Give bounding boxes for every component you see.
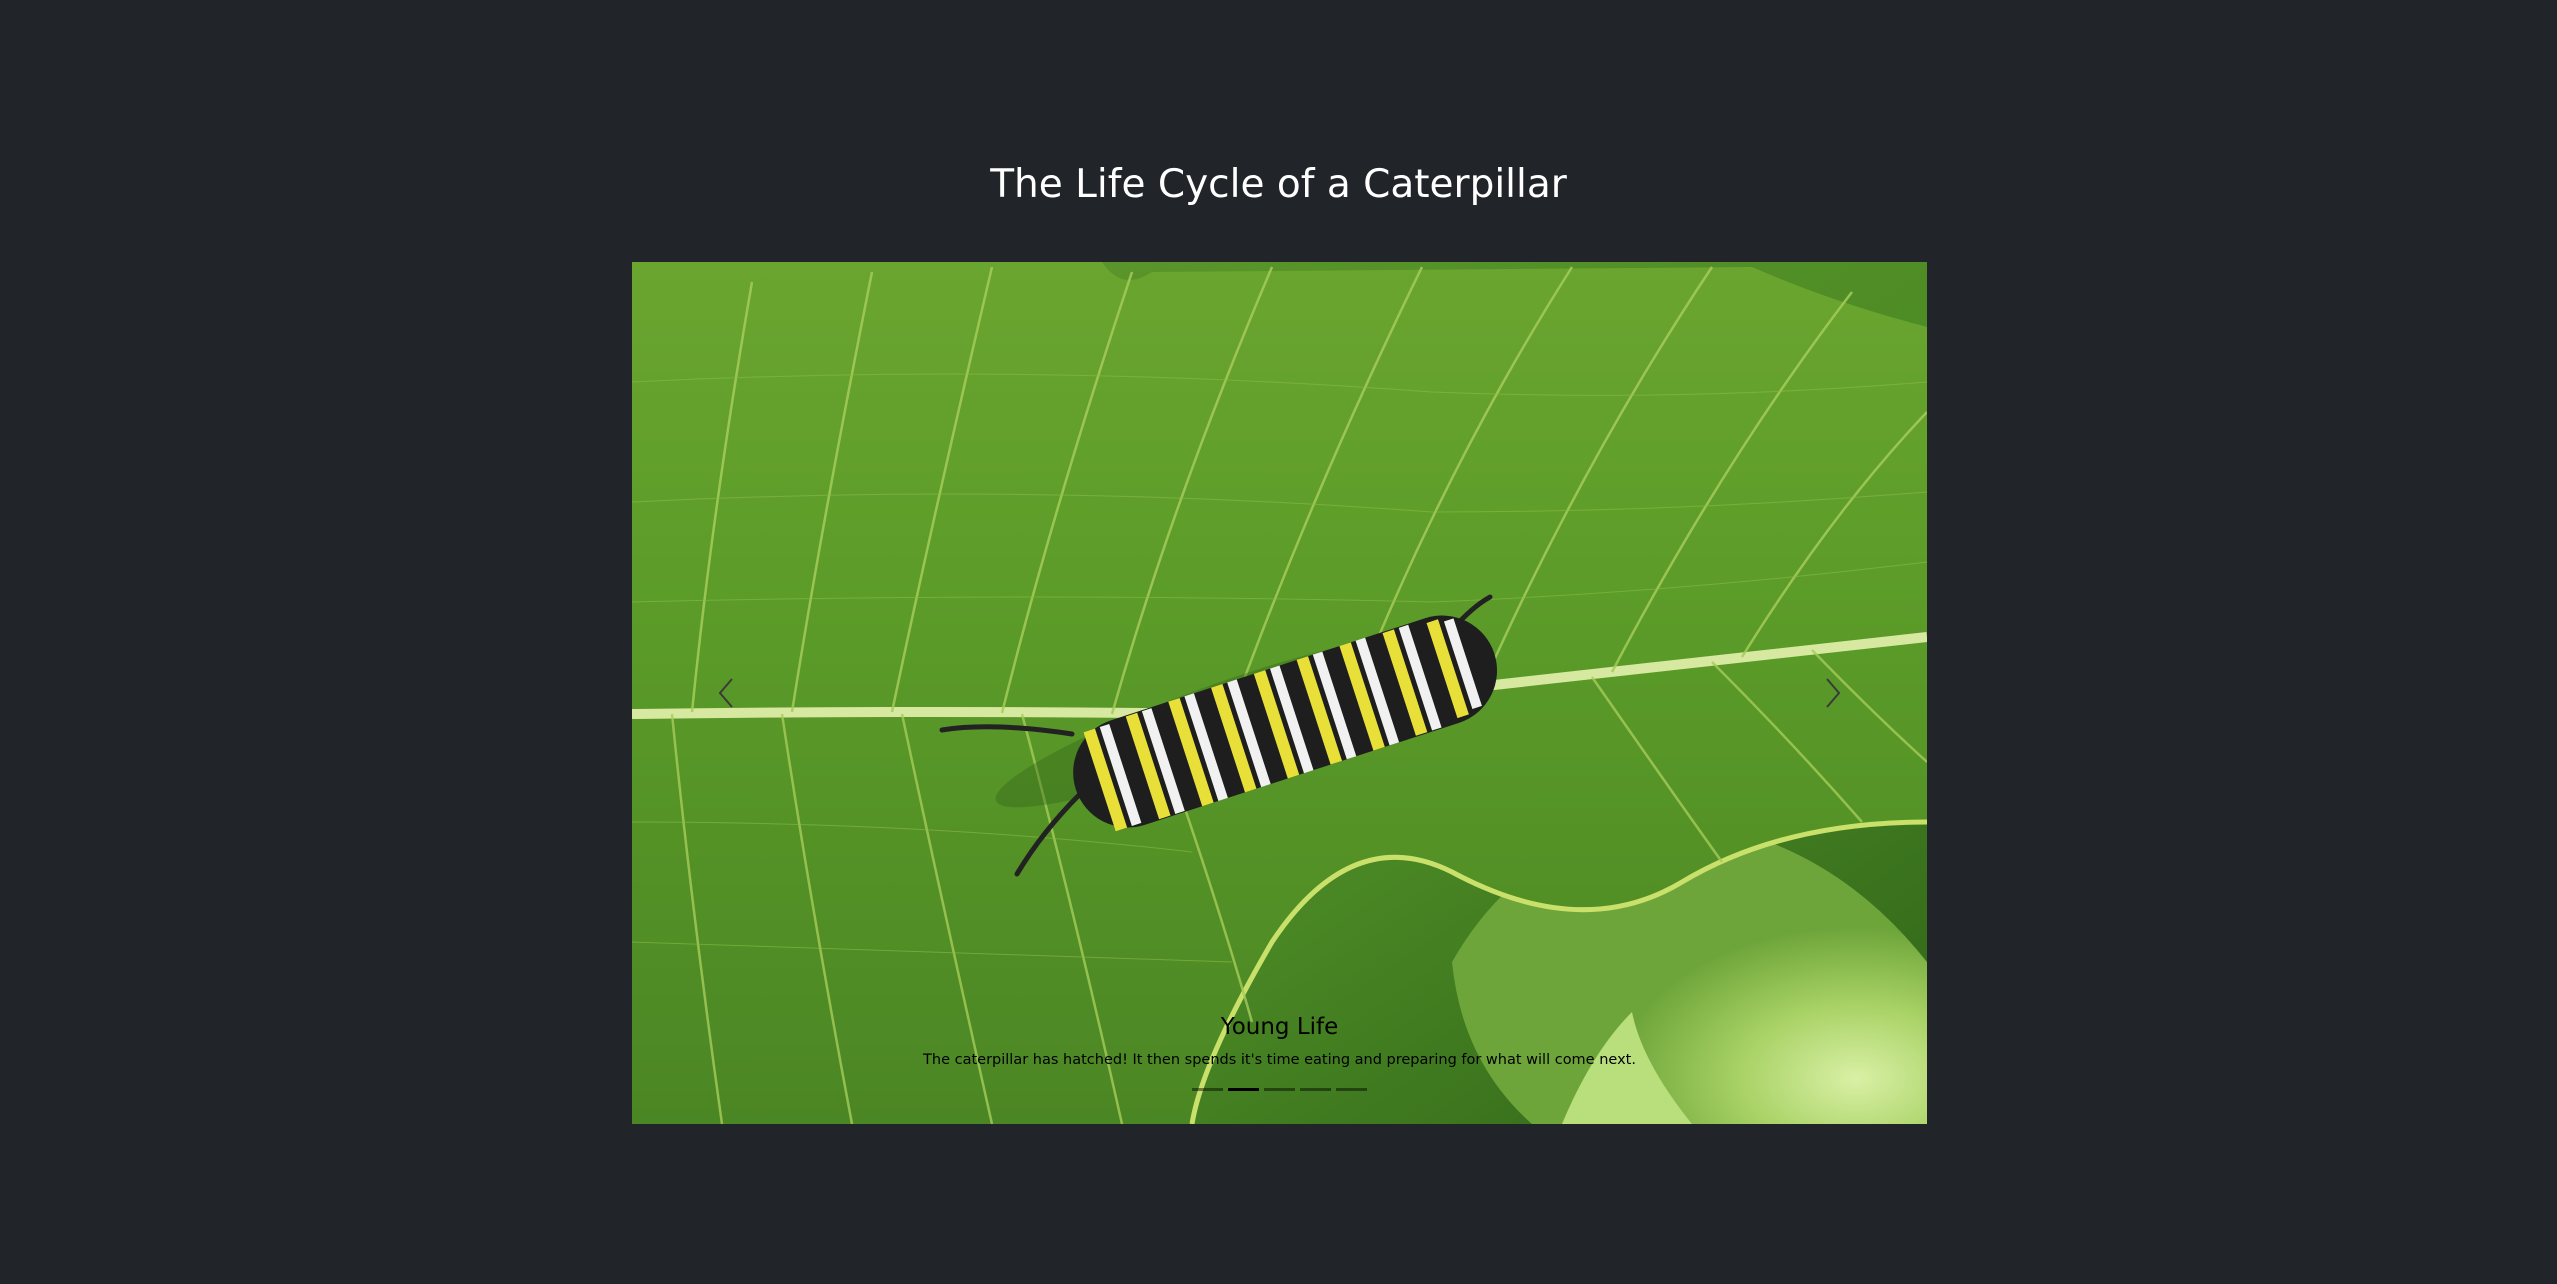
carousel-next-button[interactable]: [1737, 262, 1927, 1124]
chevron-left-icon: [718, 678, 733, 708]
carousel-prev-button[interactable]: [632, 262, 822, 1124]
carousel-indicator[interactable]: [1264, 1088, 1295, 1096]
slide-caption-text: The caterpillar has hatched! It then spe…: [923, 1052, 1636, 1068]
carousel: Young Life The caterpillar has hatched! …: [632, 262, 1927, 1124]
carousel-indicator-active[interactable]: [1228, 1088, 1259, 1096]
carousel-indicators: [632, 1088, 1927, 1096]
carousel-indicator[interactable]: [1336, 1088, 1367, 1096]
slide-caption-title: Young Life: [1220, 1014, 1339, 1040]
caterpillar-photo: [632, 262, 1927, 1124]
carousel-indicator[interactable]: [1192, 1088, 1223, 1096]
page-title: The Life Cycle of a Caterpillar: [990, 162, 1567, 207]
chevron-right-icon: [1826, 678, 1841, 708]
carousel-indicator[interactable]: [1300, 1088, 1331, 1096]
